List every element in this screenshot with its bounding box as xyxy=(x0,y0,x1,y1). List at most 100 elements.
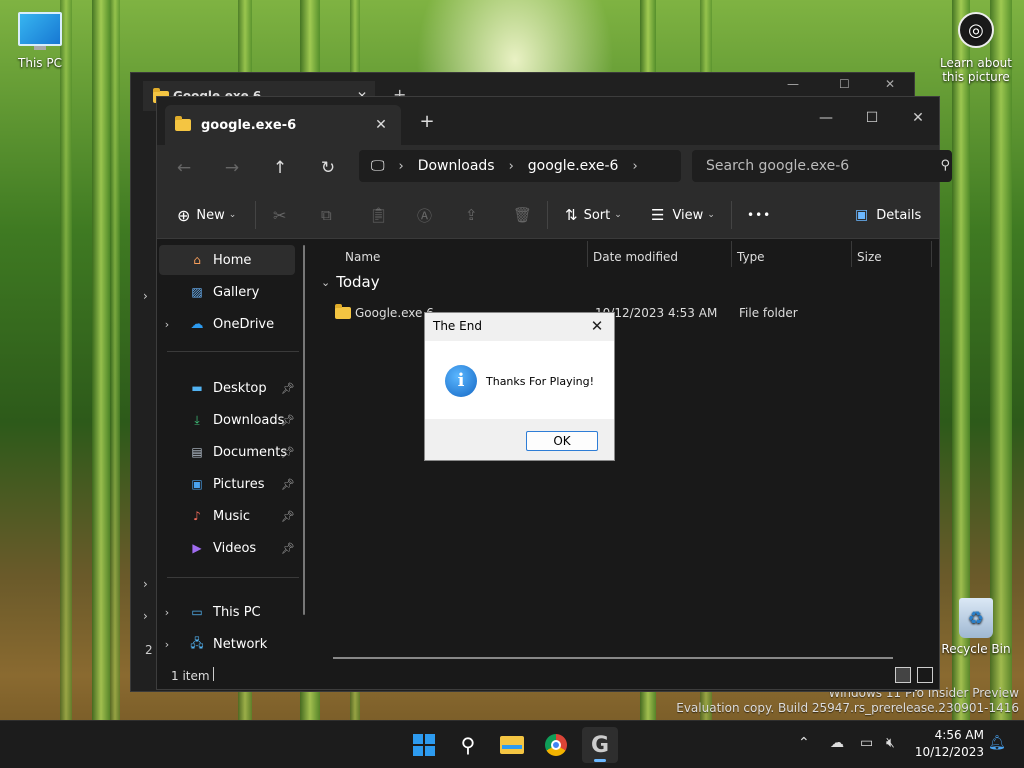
chevron-right-icon[interactable]: › xyxy=(509,159,514,174)
recycle-bin-icon: ♻ xyxy=(959,598,993,638)
chevron-down-icon: ⌄ xyxy=(614,210,622,220)
table-row[interactable]: Google.exe 6 10/12/2023 4:53 AM File fol… xyxy=(333,301,933,325)
chevron-right-icon[interactable]: › xyxy=(143,577,148,591)
details-view-icon[interactable] xyxy=(895,667,911,683)
breadcrumb-downloads[interactable]: Downloads xyxy=(418,158,495,174)
clock[interactable]: 4:56 AM 10/12/2023 xyxy=(914,727,984,761)
ok-button[interactable]: OK xyxy=(526,431,598,451)
column-divider[interactable] xyxy=(587,241,588,267)
message-dialog[interactable]: The End ✕ i Thanks For Playing! OK xyxy=(424,312,615,461)
sidebar-item-onedrive[interactable]: › ☁ OneDrive xyxy=(159,309,295,339)
start-button[interactable] xyxy=(406,727,442,763)
chevron-right-icon[interactable]: › xyxy=(143,609,148,623)
monitor-icon[interactable]: 🖵 xyxy=(371,158,385,174)
group-header-today[interactable]: ⌄ Today xyxy=(321,273,380,291)
maximize-button[interactable]: ☐ xyxy=(849,103,895,133)
address-bar[interactable]: 🖵 › Downloads › google.exe-6 › xyxy=(359,150,681,182)
search-input[interactable]: Search google.exe-6 ⚲ xyxy=(692,150,952,182)
dialog-close-button[interactable]: ✕ xyxy=(586,315,608,337)
volume-muted-icon[interactable]: 🔇︎ xyxy=(886,735,895,751)
share-icon[interactable]: ⇪ xyxy=(465,203,478,227)
sidebar-item-this-pc[interactable]: › ▭ This PC xyxy=(159,597,295,627)
dialog-title: The End xyxy=(433,319,482,333)
close-window-button[interactable]: ✕ xyxy=(895,103,941,133)
desktop-icon-this-pc[interactable]: This PC xyxy=(0,12,80,70)
sidebar-item-network[interactable]: › 🖧 Network xyxy=(159,629,295,659)
sidebar-item-home[interactable]: ⌂ Home xyxy=(159,245,295,275)
chevron-right-icon[interactable]: › xyxy=(399,159,404,174)
cut-icon[interactable]: ✂ xyxy=(273,203,286,227)
new-button[interactable]: ⊕ New ⌄ xyxy=(177,203,236,227)
tab-google-exe-6[interactable]: google.exe-6 ✕ xyxy=(165,105,401,145)
delete-icon[interactable]: 🗑︎ xyxy=(513,203,532,227)
forward-button[interactable]: → xyxy=(217,153,247,183)
column-header-type[interactable]: Type xyxy=(737,245,765,269)
sidebar-item-label: Downloads xyxy=(213,412,285,428)
display-icon[interactable]: ▭ xyxy=(860,735,873,751)
more-options-button[interactable]: ••• xyxy=(747,203,771,227)
sidebar-scrollbar[interactable] xyxy=(303,245,305,615)
close-button[interactable]: ✕ xyxy=(885,77,895,91)
column-header-size[interactable]: Size xyxy=(857,245,882,269)
breadcrumb-google-exe-6[interactable]: google.exe-6 xyxy=(528,158,619,174)
details-button[interactable]: ▣ Details xyxy=(855,203,921,227)
sort-button[interactable]: ⇅ Sort ⌄ xyxy=(565,203,622,227)
pin-icon[interactable]: 📌︎ xyxy=(281,478,295,491)
rename-icon[interactable]: Ⓐ xyxy=(417,203,432,227)
column-header-date-modified[interactable]: Date modified xyxy=(593,245,678,269)
refresh-button[interactable]: ↻ xyxy=(313,153,343,183)
sidebar-item-pictures[interactable]: ▣ Pictures 📌︎ xyxy=(159,469,295,499)
details-pane-icon: ▣ xyxy=(855,207,869,223)
tab-label: google.exe-6 xyxy=(201,117,297,133)
search-icon[interactable]: ⚲ xyxy=(940,158,950,173)
minimize-button[interactable]: — xyxy=(787,77,799,91)
column-divider[interactable] xyxy=(931,241,932,267)
view-button[interactable]: ☰ View ⌄ xyxy=(651,203,715,227)
column-divider[interactable] xyxy=(851,241,852,267)
sidebar-item-label: This PC xyxy=(213,604,261,620)
taskbar-google-exe[interactable]: G xyxy=(582,727,618,763)
maximize-button[interactable]: ☐ xyxy=(839,77,850,91)
chevron-right-icon[interactable]: › xyxy=(632,159,637,174)
chevron-right-icon[interactable]: › xyxy=(159,318,175,331)
sidebar-item-videos[interactable]: ▶ Videos 📌︎ xyxy=(159,533,295,563)
copy-icon[interactable]: ⧉ xyxy=(321,203,332,227)
back-button[interactable]: ← xyxy=(169,153,199,183)
search-button[interactable]: ⚲ xyxy=(450,727,486,763)
taskbar-chrome[interactable] xyxy=(538,727,574,763)
desktop-icon-recycle-bin[interactable]: ♻ Recycle Bin xyxy=(934,598,1018,656)
sidebar-item-gallery[interactable]: ▨ Gallery xyxy=(159,277,295,307)
file-list: Name Date modified Type Size ⌄ Today Goo… xyxy=(315,239,939,663)
sidebar-item-documents[interactable]: ▤ Documents 📌︎ xyxy=(159,437,295,467)
sidebar-item-downloads[interactable]: ⤓ Downloads 📌︎ xyxy=(159,405,295,435)
chevron-right-icon[interactable]: › xyxy=(159,606,175,619)
notification-bell-icon[interactable]: 🔔︎ xyxy=(988,735,1006,751)
pin-icon[interactable]: 📌︎ xyxy=(281,510,295,523)
paste-icon[interactable]: 📋︎ xyxy=(369,203,388,227)
column-header-name[interactable]: Name xyxy=(345,245,380,269)
pin-icon[interactable]: 📌︎ xyxy=(281,382,295,395)
desktop-icon-learn-about-picture[interactable]: ◎ Learn about this picture xyxy=(934,12,1018,84)
new-tab-button[interactable]: + xyxy=(415,111,439,135)
desktop-icon: ▬ xyxy=(191,381,203,395)
chevron-right-icon[interactable]: › xyxy=(143,289,148,303)
taskbar-file-explorer[interactable] xyxy=(494,727,530,763)
sidebar-item-music[interactable]: ♪ Music 📌︎ xyxy=(159,501,295,531)
toolbar-divider xyxy=(731,201,732,229)
title-bar[interactable]: google.exe-6 ✕ + — ☐ ✕ xyxy=(157,97,939,145)
pin-icon[interactable]: 📌︎ xyxy=(281,414,295,427)
sidebar-item-desktop[interactable]: ▬ Desktop 📌︎ xyxy=(159,373,295,403)
pin-icon[interactable]: 📌︎ xyxy=(281,542,295,555)
minimize-button[interactable]: — xyxy=(803,103,849,133)
tiles-view-icon[interactable] xyxy=(917,667,933,683)
desktop-icon-label: This PC xyxy=(18,56,62,70)
tab-close-icon[interactable]: ✕ xyxy=(371,117,391,133)
onedrive-icon[interactable]: ☁ xyxy=(830,735,844,751)
column-divider[interactable] xyxy=(731,241,732,267)
monitor-icon: ▭ xyxy=(191,605,203,619)
horizontal-scrollbar[interactable] xyxy=(333,657,893,659)
pin-icon[interactable]: 📌︎ xyxy=(281,446,295,459)
chevron-up-icon[interactable]: ⌃ xyxy=(798,735,810,751)
up-button[interactable]: ↑ xyxy=(265,153,295,183)
chevron-right-icon[interactable]: › xyxy=(159,638,175,651)
